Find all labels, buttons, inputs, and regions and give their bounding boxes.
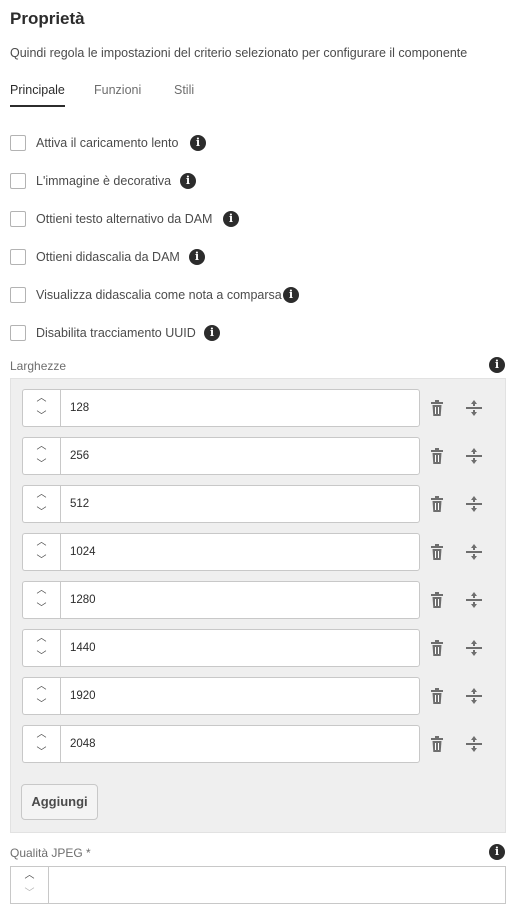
page-subtitle: Quindi regola le impostazioni del criter… [10,46,468,60]
width-row: ︿ ﹀ 128 [22,389,492,427]
drag-handle-icon[interactable] [465,639,483,657]
width-stepper: ︿ ﹀ [22,485,60,523]
width-stepper: ︿ ﹀ [22,389,60,427]
stepper-up-icon[interactable]: ︿ [11,867,48,885]
width-row: ︿ ﹀ 2048 [22,725,492,763]
info-icon[interactable]: i [489,357,505,373]
stepper-up-icon[interactable]: ︿ [23,582,60,600]
checkbox-label: Ottieni testo alternativo da DAM [36,212,213,226]
page-title: Proprietà [10,9,85,28]
checkbox-row-disable-uuid: Disabilita tracciamento UUID i [10,325,230,345]
jpeg-quality-stepper: ︿ ﹀ [10,866,48,904]
info-icon[interactable]: i [189,249,205,265]
stepper-up-icon[interactable]: ︿ [23,534,60,552]
alt-from-dam-checkbox[interactable] [10,211,26,227]
checkbox-label: Visualizza didascalia come nota a compar… [36,288,282,302]
width-row: ︿ ﹀ 256 [22,437,492,475]
width-stepper: ︿ ﹀ [22,533,60,571]
checkbox-label: Disabilita tracciamento UUID [36,326,196,340]
stepper-up-icon[interactable]: ︿ [23,486,60,504]
width-input[interactable]: 1920 [60,677,420,715]
stepper-up-icon[interactable]: ︿ [23,438,60,456]
checkbox-label: L'immagine è decorativa [36,174,172,188]
tab-bar: Principale Funzioni Stili [10,83,270,109]
jpeg-quality-label: Qualità JPEG * [10,846,91,860]
disable-uuid-checkbox[interactable] [10,325,26,341]
drag-handle-icon[interactable] [465,735,483,753]
widths-label: Larghezze [10,359,67,373]
drag-handle-icon[interactable] [465,543,483,561]
checkbox-row-lazy-loading: Attiva il caricamento lento i [10,135,230,155]
width-stepper: ︿ ﹀ [22,725,60,763]
stepper-down-icon[interactable]: ﹀ [23,696,60,714]
width-input[interactable]: 1440 [60,629,420,667]
trash-icon[interactable] [428,591,446,609]
stepper-up-icon[interactable]: ︿ [23,678,60,696]
width-row: ︿ ﹀ 1440 [22,629,492,667]
stepper-up-icon[interactable]: ︿ [23,630,60,648]
checkbox-row-caption-from-dam: Ottieni didascalia da DAM i [10,249,220,269]
width-stepper: ︿ ﹀ [22,629,60,667]
checkbox-label: Attiva il caricamento lento [36,136,179,150]
info-icon[interactable]: i [283,287,299,303]
width-row: ︿ ﹀ 1920 [22,677,492,715]
stepper-down-icon[interactable]: ﹀ [23,600,60,618]
drag-handle-icon[interactable] [465,399,483,417]
width-row: ︿ ﹀ 1280 [22,581,492,619]
drag-handle-icon[interactable] [465,591,483,609]
drag-handle-icon[interactable] [465,687,483,705]
width-input[interactable]: 256 [60,437,420,475]
width-stepper: ︿ ﹀ [22,677,60,715]
drag-handle-icon[interactable] [465,495,483,513]
trash-icon[interactable] [428,543,446,561]
stepper-down-icon[interactable]: ﹀ [23,456,60,474]
checkbox-row-caption-popup: Visualizza didascalia come nota a compar… [10,287,310,307]
stepper-down-icon[interactable]: ﹀ [23,504,60,522]
jpeg-quality-input[interactable] [48,866,506,904]
info-icon[interactable]: i [223,211,239,227]
width-input[interactable]: 2048 [60,725,420,763]
checkbox-row-decorative: L'immagine è decorativa i [10,173,210,193]
trash-icon[interactable] [428,447,446,465]
info-icon[interactable]: i [489,844,505,860]
widths-multifield: ︿ ﹀ 128 ︿ ﹀ 256 ︿ ﹀ 512 ︿ ﹀ 1024 ︿ ﹀ 1280 ︿ ﹀ 1440 ︿ ﹀ 1920 ︿… [10,378,506,833]
trash-icon[interactable] [428,399,446,417]
stepper-up-icon[interactable]: ︿ [23,726,60,744]
width-input[interactable]: 512 [60,485,420,523]
stepper-down-icon[interactable]: ﹀ [23,552,60,570]
stepper-down-icon[interactable]: ﹀ [11,885,48,903]
info-icon[interactable]: i [180,173,196,189]
tab-funzioni[interactable]: Funzioni [94,83,141,105]
trash-icon[interactable] [428,639,446,657]
width-stepper: ︿ ﹀ [22,437,60,475]
tab-principale[interactable]: Principale [10,83,65,107]
width-row: ︿ ﹀ 512 [22,485,492,523]
trash-icon[interactable] [428,735,446,753]
tab-stili[interactable]: Stili [174,83,194,105]
decorative-checkbox[interactable] [10,173,26,189]
width-stepper: ︿ ﹀ [22,581,60,619]
stepper-down-icon[interactable]: ﹀ [23,744,60,762]
trash-icon[interactable] [428,687,446,705]
checkbox-row-alt-from-dam: Ottieni testo alternativo da DAM i [10,211,250,231]
width-input[interactable]: 1024 [60,533,420,571]
stepper-up-icon[interactable]: ︿ [23,390,60,408]
info-icon[interactable]: i [204,325,220,341]
checkbox-label: Ottieni didascalia da DAM [36,250,180,264]
caption-popup-checkbox[interactable] [10,287,26,303]
width-input[interactable]: 128 [60,389,420,427]
width-row: ︿ ﹀ 1024 [22,533,492,571]
add-button[interactable]: Aggiungi [21,784,98,820]
width-input[interactable]: 1280 [60,581,420,619]
stepper-down-icon[interactable]: ﹀ [23,648,60,666]
stepper-down-icon[interactable]: ﹀ [23,408,60,426]
info-icon[interactable]: i [190,135,206,151]
lazy-loading-checkbox[interactable] [10,135,26,151]
trash-icon[interactable] [428,495,446,513]
caption-from-dam-checkbox[interactable] [10,249,26,265]
drag-handle-icon[interactable] [465,447,483,465]
